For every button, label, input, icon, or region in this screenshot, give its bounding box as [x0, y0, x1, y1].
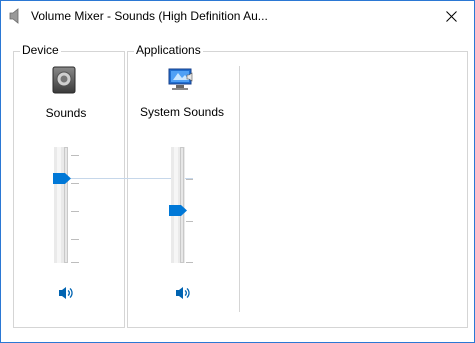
application-mute-button[interactable] [173, 283, 193, 303]
applications-group-label: Applications [134, 43, 203, 57]
mixer-client-area: Device Applications Sounds System Sounds [1, 32, 474, 342]
close-button[interactable] [428, 1, 474, 32]
device-slider-tick [71, 211, 79, 212]
close-icon [446, 11, 457, 22]
applications-group-border-bottom [127, 327, 468, 328]
device-group-border-left [13, 51, 14, 327]
application-volume-slider-thumb[interactable] [169, 205, 187, 216]
group-divider [124, 51, 125, 328]
device-mute-button[interactable] [56, 283, 76, 303]
device-slider-tick [71, 262, 79, 263]
speaker-title-icon [9, 8, 23, 24]
application-name: System Sounds [139, 105, 225, 119]
device-name: Sounds [45, 106, 87, 120]
speaker-device-icon[interactable] [52, 66, 76, 97]
window-title: Volume Mixer - Sounds (High Definition A… [31, 9, 268, 23]
device-group-label: Device [20, 43, 61, 57]
device-group-border-bottom [13, 327, 125, 328]
applications-group-border-left [127, 51, 128, 327]
system-sounds-icon[interactable] [167, 67, 195, 96]
applications-group-border-right [467, 51, 468, 328]
application-slider-tick [186, 262, 193, 263]
title-bar[interactable]: Volume Mixer - Sounds (High Definition A… [1, 1, 474, 32]
device-volume-slider-thumb[interactable] [53, 173, 71, 184]
speaker-icon [176, 287, 190, 299]
applications-column-divider [239, 66, 240, 312]
device-volume-track[interactable] [64, 147, 68, 263]
application-slider-tick [186, 221, 193, 222]
application-slider-tick [186, 179, 193, 180]
speaker-icon [59, 287, 73, 299]
volume-mixer-window: Volume Mixer - Sounds (High Definition A… [0, 0, 475, 343]
device-slider-tick [71, 239, 79, 240]
device-slider-tick [71, 155, 79, 156]
device-slider-tick [71, 183, 79, 184]
